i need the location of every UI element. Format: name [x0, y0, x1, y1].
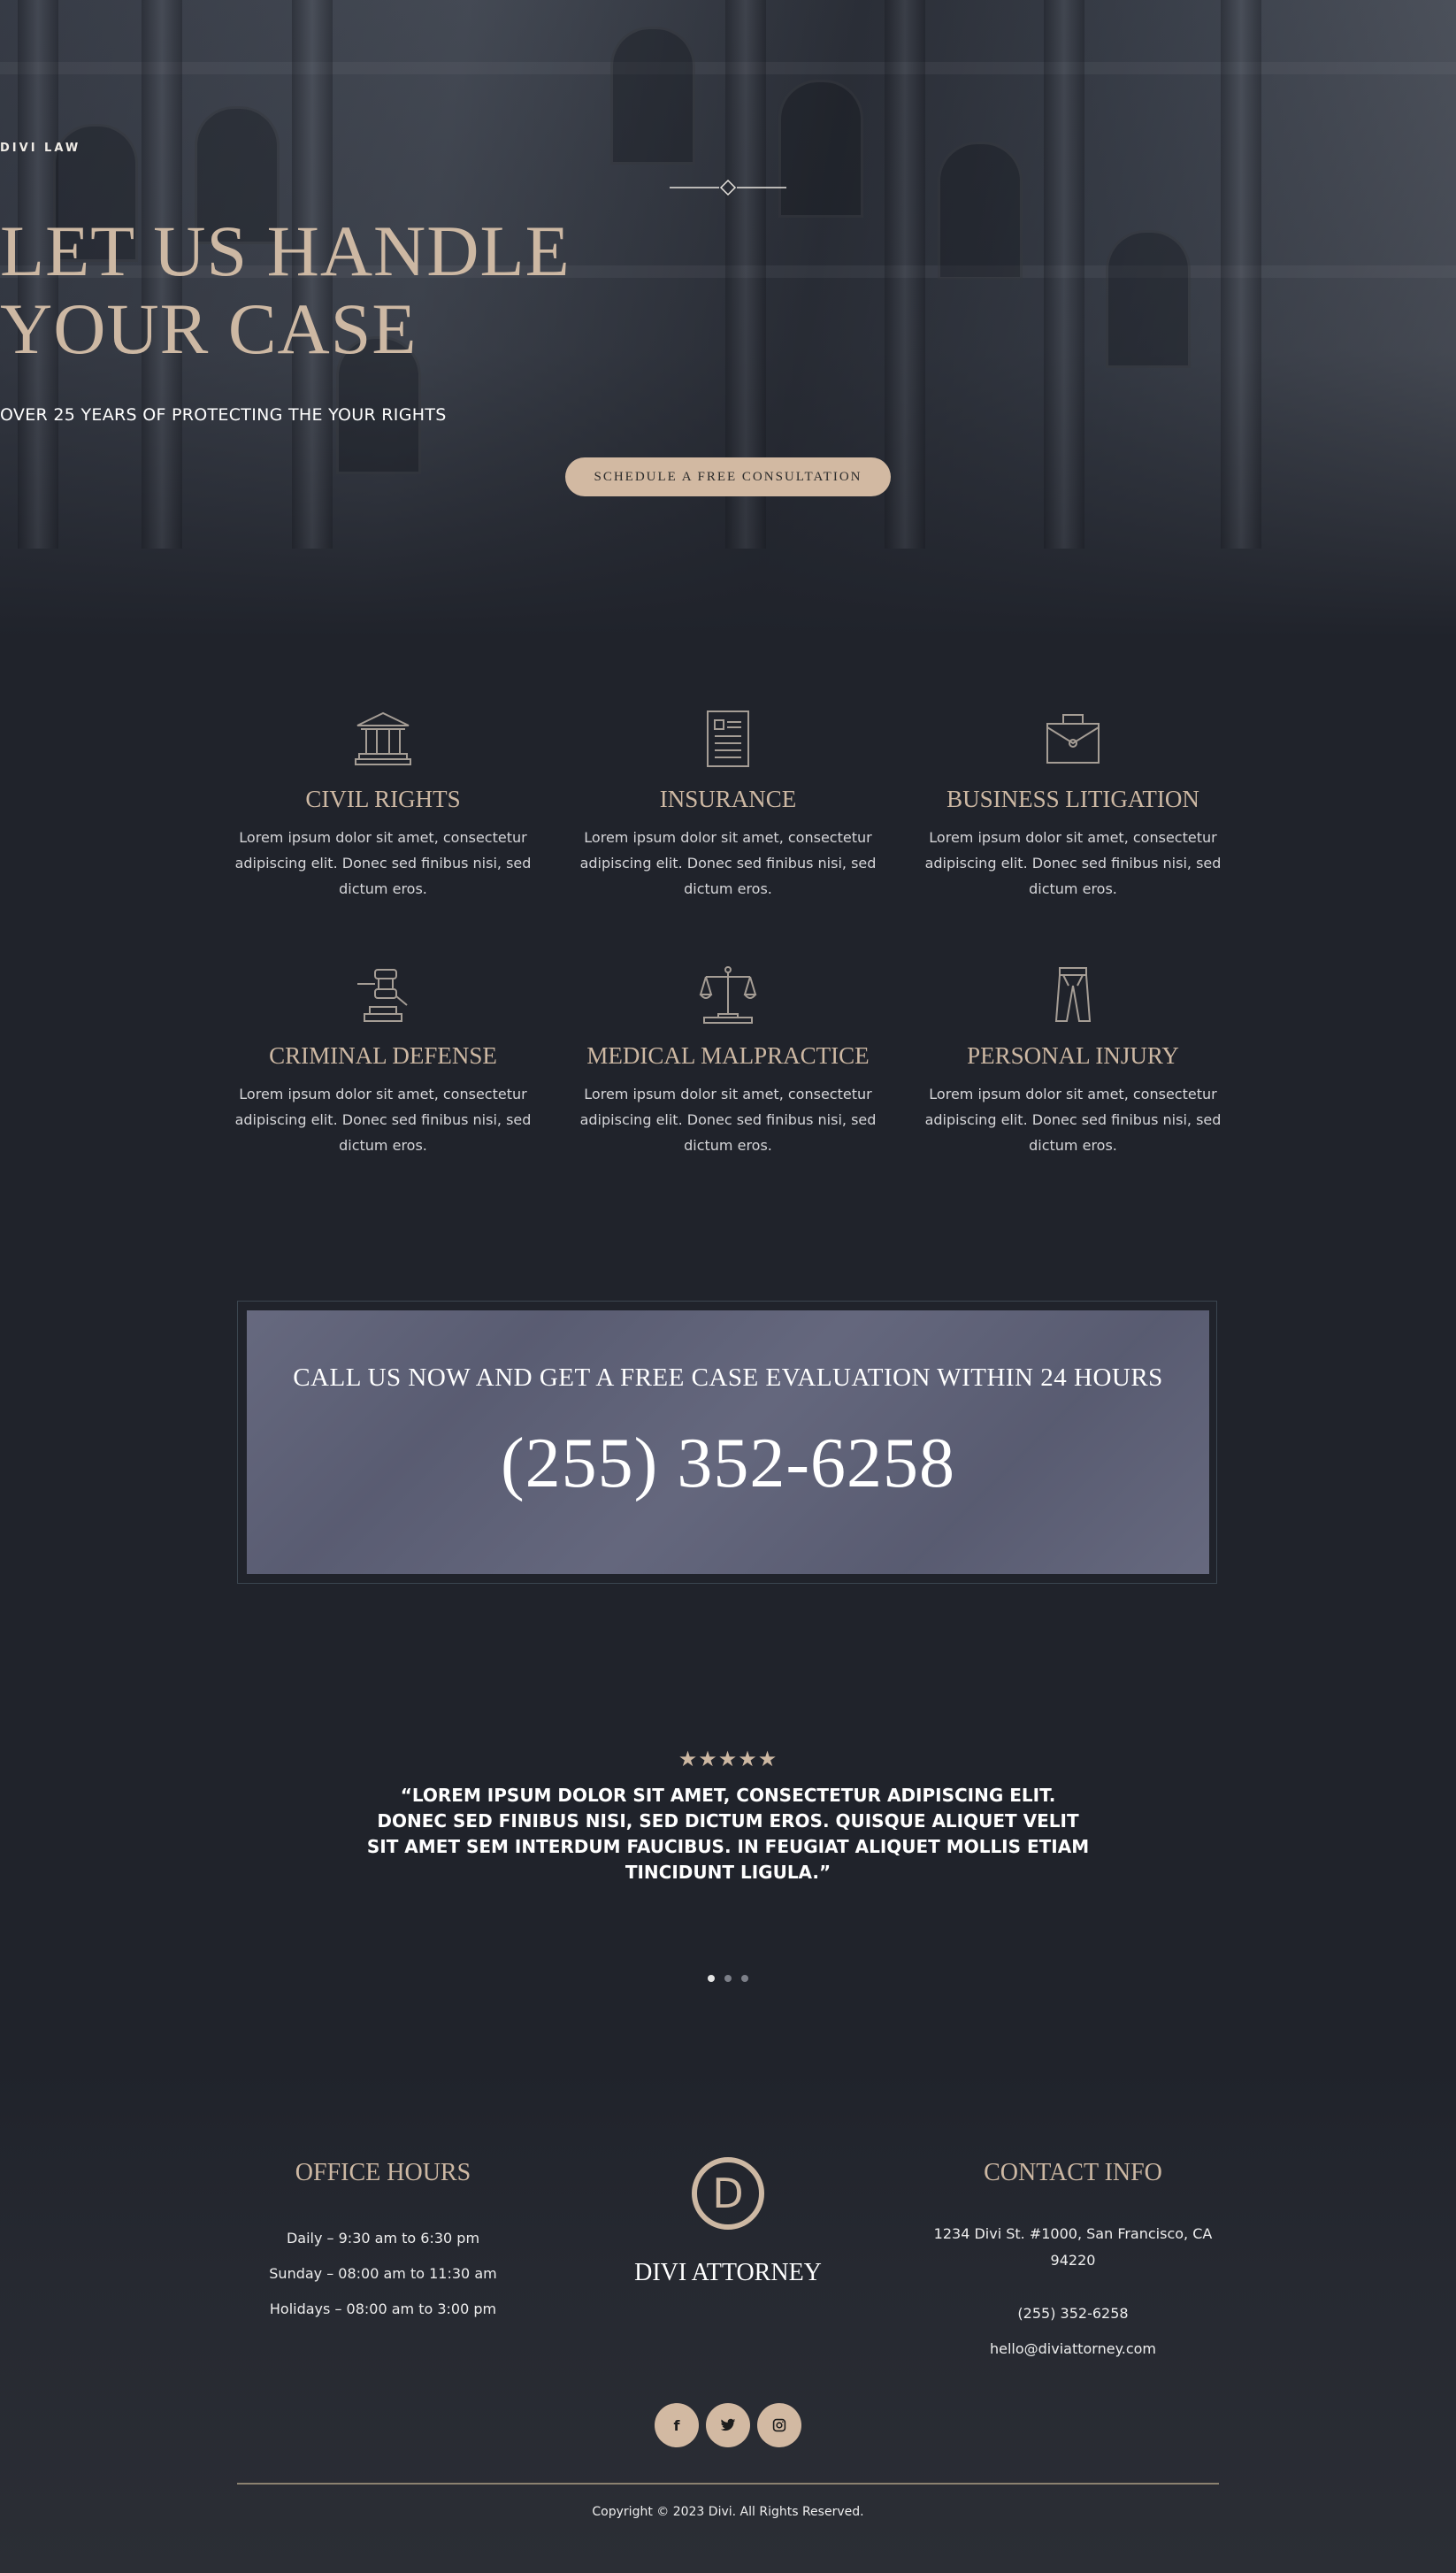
twitter-icon[interactable]: [706, 2403, 750, 2447]
service-text: Lorem ipsum dolor sit amet, consectetur …: [579, 1086, 877, 1154]
hero-title-line2: YOUR CASE: [0, 288, 418, 369]
service-title: INSURANCE: [659, 786, 797, 812]
testimonial-quote: “LOREM IPSUM DOLOR SIT AMET, CONSECTETUR…: [366, 1785, 1090, 1883]
briefcase-icon: [1046, 714, 1100, 764]
service-card: CRIMINAL DEFENSE Lorem ipsum dolor sit a…: [233, 964, 533, 1158]
call-phone-number[interactable]: (255) 352-6258: [247, 1424, 1209, 1504]
slider-dot[interactable]: [708, 1975, 715, 1982]
scales-icon: [699, 966, 757, 1024]
service-text: Lorem ipsum dolor sit amet, consectetur …: [924, 829, 1222, 897]
brand-name: DIVI ATTORNEY: [634, 2259, 822, 2286]
service-card: PERSONAL INJURY Lorem ipsum dolor sit am…: [923, 964, 1223, 1158]
facebook-icon[interactable]: f: [655, 2403, 699, 2447]
service-title: CIVIL RIGHTS: [305, 786, 461, 812]
diamond-divider-icon: [670, 179, 786, 196]
service-title: MEDICAL MALPRACTICE: [586, 1042, 870, 1069]
gavel-icon: [357, 969, 408, 1022]
trousers-icon: [1054, 967, 1092, 1022]
slider-dot[interactable]: [724, 1975, 732, 1982]
slider-dot[interactable]: [741, 1975, 748, 1982]
service-card: MEDICAL MALPRACTICE Lorem ipsum dolor si…: [578, 964, 878, 1158]
service-text: Lorem ipsum dolor sit amet, consectetur …: [924, 1086, 1222, 1154]
address-line: 1234 Divi St. #1000, San Francisco, CA: [933, 2225, 1213, 2242]
rating-stars: ★★★★★: [678, 1747, 778, 1771]
footer: [0, 2070, 1456, 2573]
service-text: Lorem ipsum dolor sit amet, consectetur …: [234, 829, 532, 897]
hours-line: Holidays – 08:00 am to 3:00 pm: [269, 2300, 497, 2317]
document-icon: [707, 710, 749, 767]
contact-info: CONTACT INFO 1234 Divi St. #1000, San Fr…: [923, 2159, 1223, 2362]
service-text: Lorem ipsum dolor sit amet, consectetur …: [234, 1086, 532, 1154]
service-card: INSURANCE Lorem ipsum dolor sit amet, co…: [578, 708, 878, 902]
hero-eyebrow: DIVI LAW: [0, 142, 81, 155]
service-card: CIVIL RIGHTS Lorem ipsum dolor sit amet,…: [233, 708, 533, 902]
address-line: 94220: [1050, 2252, 1096, 2269]
hero-subtitle: OVER 25 YEARS OF PROTECTING THE YOUR RIG…: [0, 405, 447, 425]
service-card: BUSINESS LITIGATION Lorem ipsum dolor si…: [923, 708, 1223, 902]
contact-info-title: CONTACT INFO: [984, 2159, 1162, 2186]
instagram-glyph-icon: [772, 2418, 786, 2432]
call-box: CALL US NOW AND GET A FREE CASE EVALUATI…: [247, 1310, 1209, 1574]
service-title: PERSONAL INJURY: [967, 1042, 1179, 1069]
courthouse-icon: [355, 711, 411, 765]
contact-email[interactable]: hello@diviattorney.com: [923, 2336, 1223, 2362]
hero-title-line1: LET US HANDLE: [0, 211, 571, 291]
copyright-text: Copyright © 2023 Divi. All Rights Reserv…: [592, 2505, 864, 2519]
service-title: BUSINESS LITIGATION: [946, 786, 1199, 812]
slider-dots: [708, 1974, 748, 1983]
office-hours: OFFICE HOURS Daily – 9:30 am to 6:30 pm …: [233, 2159, 533, 2327]
schedule-consultation-button[interactable]: SCHEDULE A FREE CONSULTATION: [565, 457, 891, 496]
office-hours-title: OFFICE HOURS: [295, 2159, 471, 2186]
hours-line: Daily – 9:30 am to 6:30 pm: [286, 2230, 480, 2247]
service-text: Lorem ipsum dolor sit amet, consectetur …: [579, 829, 877, 897]
footer-divider: [237, 2483, 1219, 2485]
twitter-bird-icon: [720, 2418, 736, 2431]
hero-section: DIVI LAW LET US HANDLE YOUR CASE OVER 25…: [0, 0, 1456, 637]
service-title: CRIMINAL DEFENSE: [269, 1042, 497, 1069]
call-heading: CALL US NOW AND GET A FREE CASE EVALUATI…: [293, 1363, 1163, 1392]
instagram-icon[interactable]: [757, 2403, 801, 2447]
contact-phone[interactable]: (255) 352-6258: [923, 2300, 1223, 2327]
hero-title: LET US HANDLE YOUR CASE: [0, 212, 1456, 368]
divi-logo[interactable]: D: [692, 2157, 764, 2230]
social-links: f: [655, 2403, 801, 2447]
